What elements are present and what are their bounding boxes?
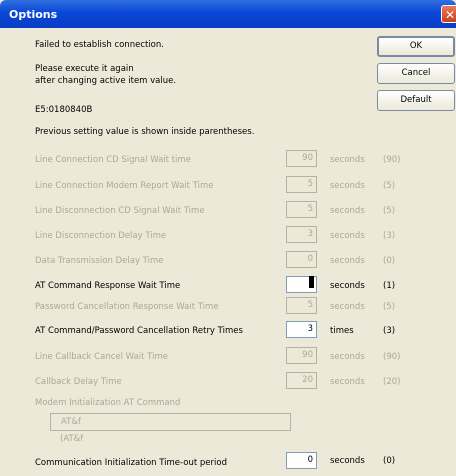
row-previous-value: (0): [383, 256, 396, 266]
modem-init-input[interactable]: AT&f: [50, 413, 291, 431]
row-unit: seconds: [330, 155, 365, 165]
row-unit: seconds: [330, 206, 365, 216]
row-value-input[interactable]: 5: [286, 297, 317, 314]
row-label: Line Connection CD Signal Wait time: [35, 155, 191, 165]
instruction-line-2: after changing active item value.: [35, 76, 177, 86]
row-unit: seconds: [330, 377, 365, 387]
row-label: Password Cancellation Response Wait Time: [35, 302, 219, 312]
row-label: Line Connection Modem Report Wait Time: [35, 181, 214, 191]
init-timeout-input[interactable]: 0: [286, 452, 317, 469]
modem-init-label: Modem Initialization AT Command: [35, 398, 181, 408]
row-value-input[interactable]: 3: [286, 226, 317, 243]
row-label: Line Disconnection CD Signal Wait Time: [35, 206, 205, 216]
row-unit: seconds: [330, 352, 365, 362]
parentheses-note: Previous setting value is shown inside p…: [35, 127, 255, 137]
row-previous-value: (5): [383, 302, 396, 312]
row-previous-value: (3): [383, 231, 396, 241]
row-value-input[interactable]: 0: [286, 251, 317, 268]
row-value-input[interactable]: 20: [286, 372, 317, 389]
row-label: Callback Delay Time: [35, 377, 122, 387]
error-code: E5:0180840B: [35, 105, 93, 115]
row-value-input[interactable]: 90: [286, 347, 317, 364]
row-unit: seconds: [330, 281, 365, 291]
row-unit: seconds: [330, 456, 365, 466]
row-previous-value: (5): [383, 206, 396, 216]
cancel-button[interactable]: Cancel: [377, 63, 455, 84]
row-unit: seconds: [330, 256, 365, 266]
row-previous-value: (1): [383, 281, 396, 291]
title-bar: Options ✕: [0, 0, 456, 28]
default-button[interactable]: Default: [377, 90, 455, 111]
init-timeout-label: Communication Initialization Time-out pe…: [35, 458, 227, 468]
ok-button[interactable]: OK: [377, 36, 455, 57]
row-previous-value: (3): [383, 326, 396, 336]
retry-times-input[interactable]: 3: [286, 321, 317, 338]
row-previous-value: (20): [383, 377, 401, 387]
retry-times-label: AT Command/Password Cancellation Retry T…: [35, 326, 243, 336]
row-unit: seconds: [330, 231, 365, 241]
row-previous-value: (90): [383, 155, 401, 165]
row-label: Line Callback Cancel Wait Time: [35, 352, 168, 362]
row-previous-value: (90): [383, 352, 401, 362]
instruction-line-1: Please execute it again: [35, 64, 134, 74]
row-unit: seconds: [330, 302, 365, 312]
row-value-input[interactable]: 5: [286, 176, 317, 193]
row-previous-value: (0): [383, 456, 396, 466]
text-cursor: [309, 276, 314, 288]
row-label: Data Transmission Delay Time: [35, 256, 164, 266]
row-unit: seconds: [330, 181, 365, 191]
error-message: Failed to establish connection.: [35, 40, 164, 50]
row-unit: times: [330, 326, 354, 336]
at-command-response-label: AT Command Response Wait Time: [35, 281, 181, 291]
window-title: Options: [9, 8, 58, 21]
row-label: Line Disconnection Delay Time: [35, 231, 167, 241]
row-value-input[interactable]: 5: [286, 201, 317, 218]
close-button[interactable]: ✕: [441, 5, 456, 23]
options-dialog: Options ✕ Failed to establish connection…: [0, 0, 456, 476]
modem-init-previous-value: (AT&f: [60, 434, 84, 444]
row-value-input[interactable]: 90: [286, 150, 317, 167]
row-previous-value: (5): [383, 181, 396, 191]
